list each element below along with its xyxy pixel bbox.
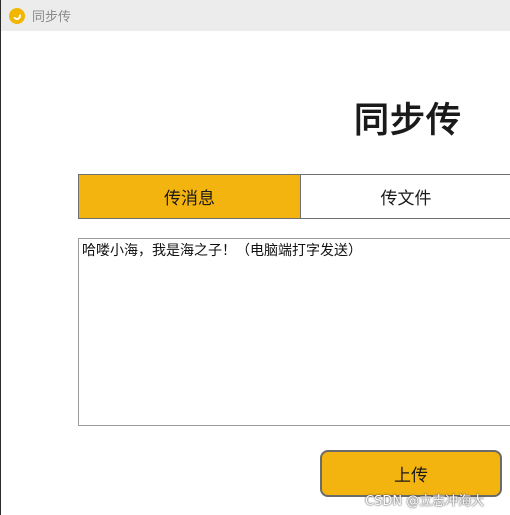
- app-window: 同步传 同步传 传消息 传文件 哈喽小海，我是海之子！（电脑端打字发送） 上传 …: [0, 0, 510, 515]
- sync-app-icon: [9, 7, 25, 24]
- tab-send-file[interactable]: 传文件: [301, 175, 510, 218]
- window-title: 同步传: [32, 10, 72, 25]
- message-input[interactable]: 哈喽小海，我是海之子！（电脑端打字发送）: [78, 238, 510, 426]
- tab-send-message[interactable]: 传消息: [79, 175, 301, 218]
- title-bar: 同步传: [1, 0, 510, 31]
- page-title: 同步传: [354, 101, 463, 141]
- tab-bar: 传消息 传文件: [78, 174, 510, 219]
- watermark-text: CSDN @立志冲海大: [365, 494, 485, 509]
